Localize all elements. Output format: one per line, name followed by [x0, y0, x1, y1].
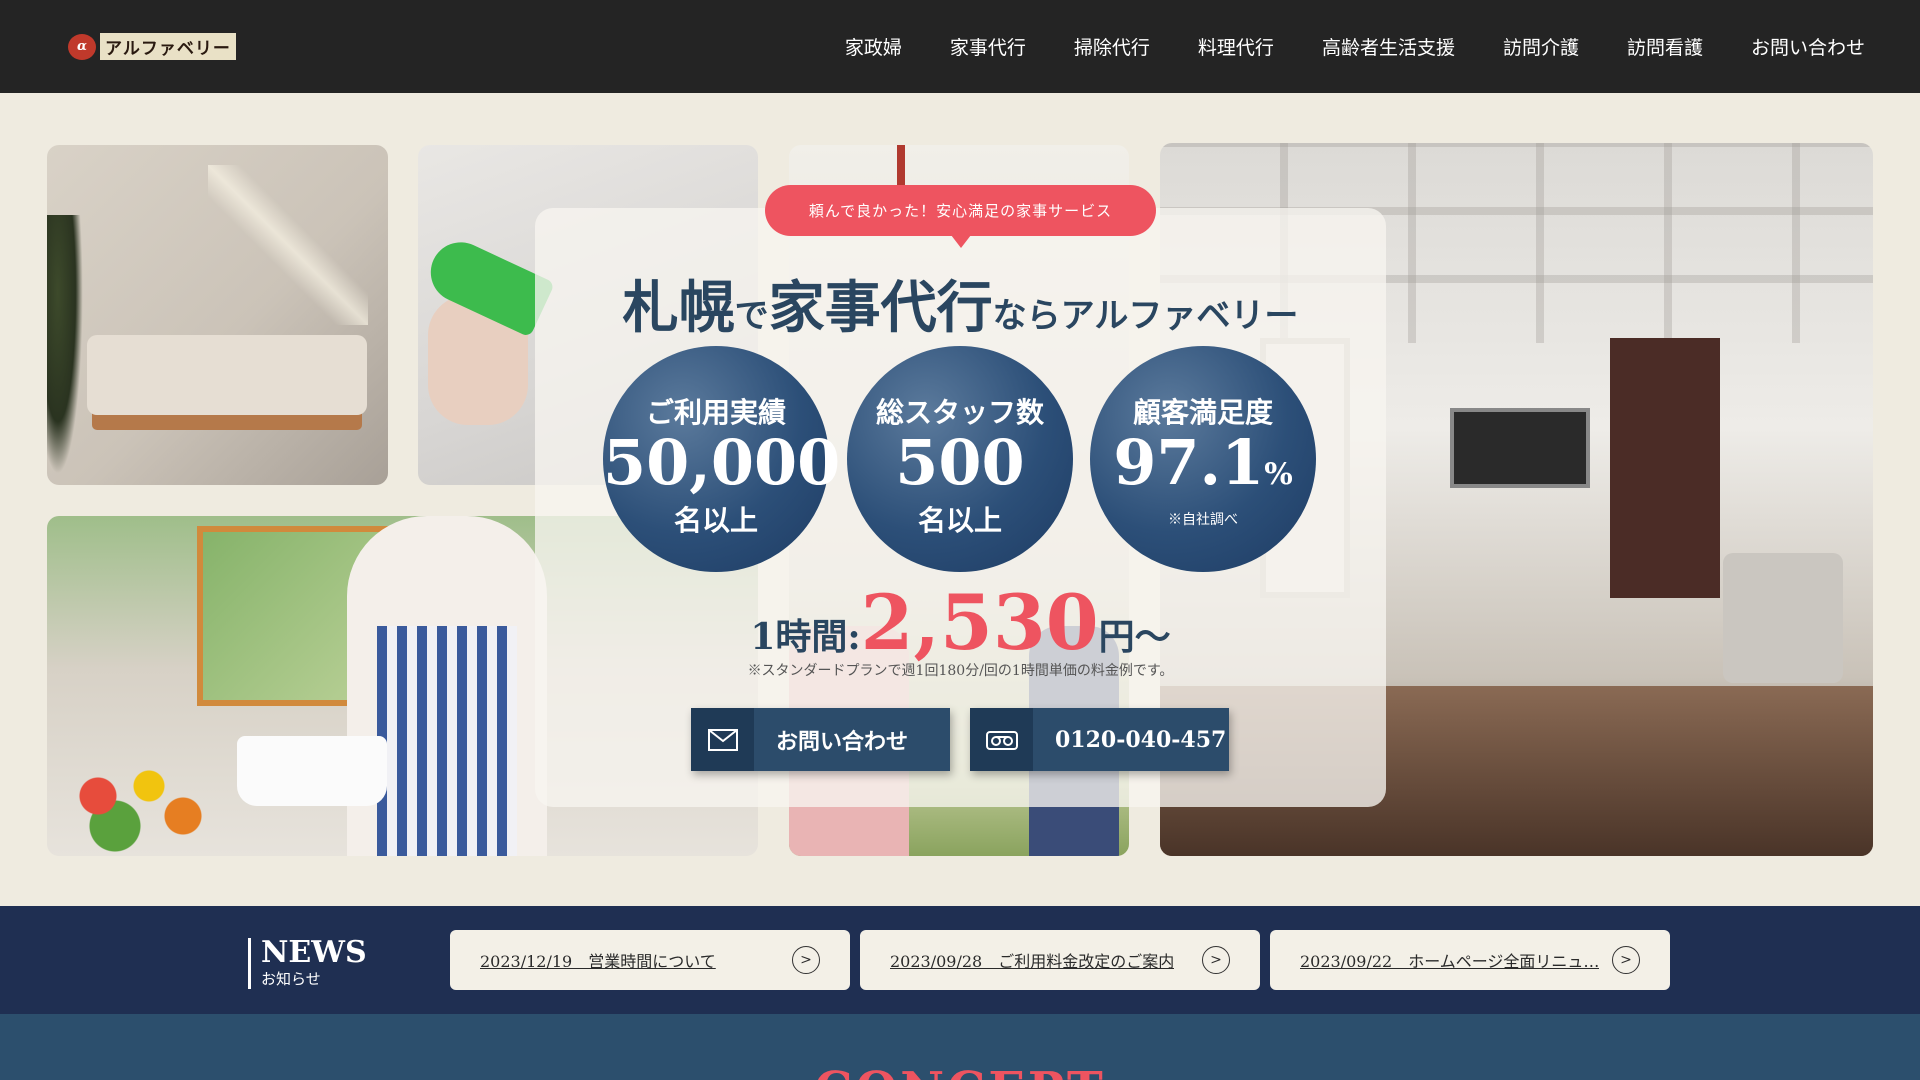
stat-sub: 名以上 — [673, 504, 758, 537]
news-item-text: 2023/09/28 ご利用料金改定のご案内 — [890, 952, 1175, 971]
price-unit: 円～ — [1098, 616, 1171, 658]
arrow-right-circle-icon: > — [1612, 946, 1640, 974]
stat-label: ご利用実績 — [645, 396, 786, 429]
phone-button[interactable]: 0120-040-457 — [970, 708, 1229, 771]
price-prefix: 1時間: — [750, 616, 861, 658]
stat-note: ※自社調べ — [1168, 512, 1238, 528]
news-item[interactable]: 2023/09/28 ご利用料金改定のご案内 > — [860, 930, 1260, 990]
main-nav: 家政婦 家事代行 掃除代行 料理代行 高齢者生活支援 訪問介護 訪問看護 お問い… — [845, 33, 1865, 60]
nav-item-cooking[interactable]: 料理代行 — [1198, 33, 1274, 60]
nav-item-cleaning[interactable]: 掃除代行 — [1074, 33, 1150, 60]
headline-particle: で — [734, 296, 769, 336]
nav-item-elderly-support[interactable]: 高齢者生活支援 — [1322, 33, 1455, 60]
news-subtitle: お知らせ — [261, 970, 321, 988]
hero-headline: 札幌で家事代行ならアルファベリー — [535, 263, 1386, 344]
news-item[interactable]: 2023/12/19 営業時間について > — [450, 930, 850, 990]
concept-title: CONCEPT — [0, 1062, 1920, 1080]
news-item-text: 2023/12/19 営業時間について — [480, 952, 716, 971]
logo[interactable]: α アルファベリー — [68, 33, 236, 60]
nav-item-contact[interactable]: お問い合わせ — [1751, 33, 1865, 60]
arrow-right-circle-icon: > — [1202, 946, 1230, 974]
mail-icon — [691, 708, 754, 771]
phone-icon — [970, 708, 1033, 771]
contact-button-label: お問い合わせ — [776, 728, 909, 755]
headline-service: 家事代行 — [768, 275, 993, 341]
logo-mark-icon: α — [68, 33, 96, 60]
contact-button[interactable]: お問い合わせ — [691, 708, 950, 771]
nav-item-maid[interactable]: 家政婦 — [845, 33, 902, 60]
news-title: NEWS — [261, 935, 367, 970]
stat-value-percent: % — [1264, 457, 1293, 492]
news-item[interactable]: 2023/09/22 ホームページ全面リニュ… > — [1270, 930, 1670, 990]
nav-item-housework[interactable]: 家事代行 — [950, 33, 1026, 60]
stat-label: 総スタッフ数 — [875, 396, 1044, 429]
living-room-sofa-photo — [47, 145, 388, 485]
hero-section: 頼んで良かった！安心満足の家事サービス 札幌で家事代行ならアルファベリー ご利用… — [0, 93, 1920, 906]
nav-item-home-nursing[interactable]: 訪問看護 — [1627, 33, 1703, 60]
concept-section: CONCEPT — [0, 1014, 1920, 1080]
stat-value: 97.1% — [1090, 426, 1316, 499]
hero-tagline-bubble: 頼んで良かった！安心満足の家事サービス — [765, 185, 1156, 248]
price-display: 1時間:2,530円～ — [535, 578, 1386, 667]
stat-value: 50,000 — [603, 426, 841, 499]
logo-text: アルファベリー — [100, 33, 236, 60]
news-section: NEWS お知らせ 2023/12/19 営業時間について > 2023/09/… — [0, 906, 1920, 1014]
phone-button-label: 0120-040-457 — [1055, 726, 1227, 753]
site-header: α アルファベリー 家政婦 家事代行 掃除代行 料理代行 高齢者生活支援 訪問介… — [0, 0, 1920, 93]
headline-brand: ならアルファベリー — [992, 296, 1299, 336]
price-note: ※スタンダードプランで週1回180分/回の1時間単価の料金例です。 — [747, 663, 1174, 679]
news-item-text: 2023/09/22 ホームページ全面リニュ… — [1300, 952, 1600, 971]
news-heading: NEWS お知らせ — [248, 938, 367, 989]
stat-value: 500 — [895, 426, 1025, 499]
price-value: 2,530 — [860, 578, 1099, 667]
headline-city: 札幌 — [622, 275, 735, 341]
stat-value-number: 97.1 — [1113, 426, 1265, 499]
stat-sub: 名以上 — [917, 504, 1002, 537]
nav-item-home-care[interactable]: 訪問介護 — [1503, 33, 1579, 60]
stat-label: 顧客満足度 — [1132, 396, 1273, 429]
arrow-right-circle-icon: > — [792, 946, 820, 974]
stat-staff-circle: 総スタッフ数 500 名以上 — [847, 346, 1073, 572]
stat-usage-circle: ご利用実績 50,000 名以上 — [603, 346, 841, 572]
stat-satisfaction-circle: 顧客満足度 97.1% ※自社調べ — [1090, 346, 1316, 572]
